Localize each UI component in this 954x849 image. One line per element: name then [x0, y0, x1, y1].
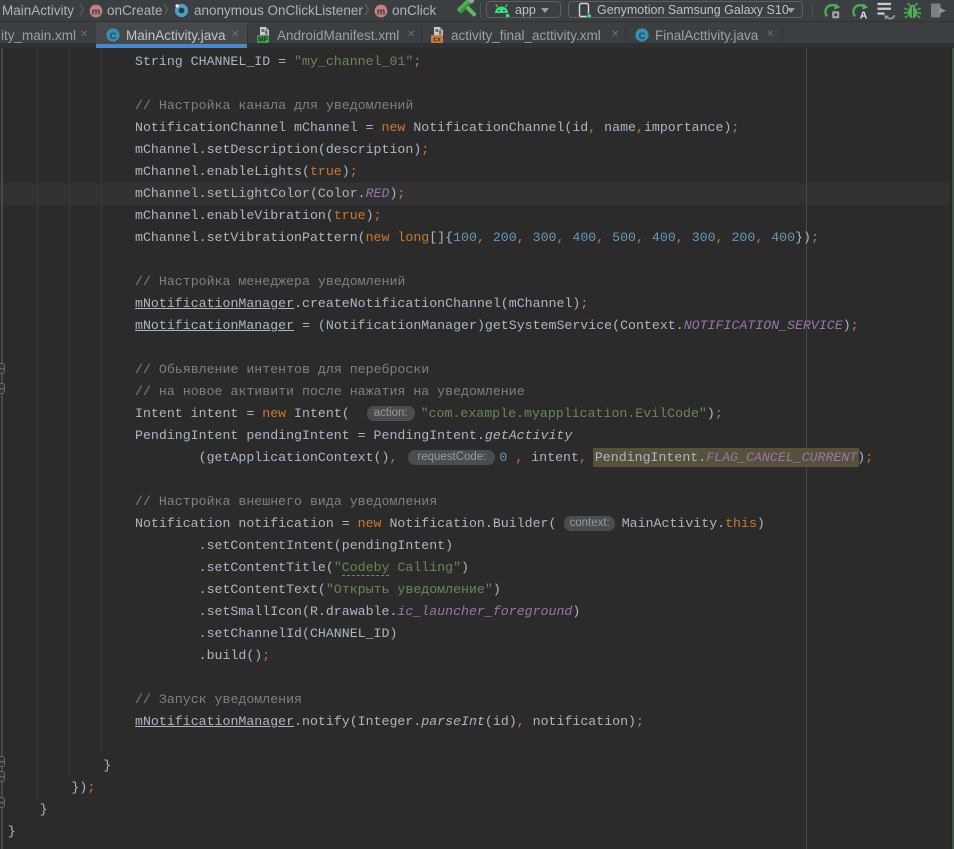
svg-text:MF: MF	[258, 36, 269, 43]
svg-text:cx: cx	[433, 36, 441, 43]
svg-text:A: A	[860, 10, 868, 21]
svg-text:C: C	[110, 31, 117, 42]
svg-text:m: m	[92, 6, 100, 17]
svg-text:m: m	[377, 6, 385, 17]
svg-text:C: C	[639, 31, 646, 42]
